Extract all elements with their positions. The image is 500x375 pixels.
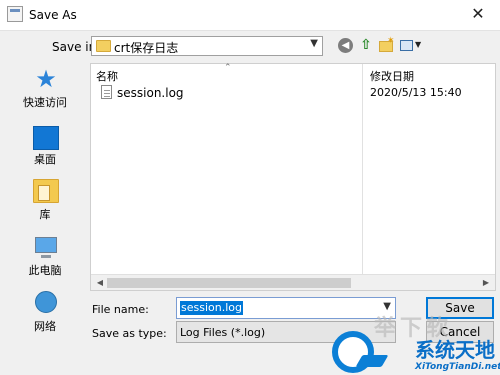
column-header-name[interactable]: 名称 — [96, 68, 118, 84]
column-header-modified[interactable]: 修改日期 — [370, 68, 414, 84]
folder-icon — [96, 40, 111, 52]
sidebar-item-label: 桌面 — [34, 153, 56, 166]
text-file-icon — [101, 85, 112, 99]
dialog-app-icon — [7, 6, 23, 22]
watermark-logo-icon — [326, 331, 414, 375]
save-in-value: crt保存日志 — [114, 41, 179, 55]
file-modified-date: 2020/5/13 15:40 — [370, 86, 462, 99]
list-item[interactable]: session.log 2020/5/13 15:40 — [96, 84, 490, 102]
star-icon: ★ — [35, 65, 57, 93]
view-menu-button[interactable]: ▼ — [399, 37, 423, 55]
library-icon — [33, 179, 59, 203]
file-name-label: File name: — [92, 303, 149, 316]
file-name: session.log — [117, 86, 184, 100]
close-icon[interactable]: ✕ — [456, 0, 500, 30]
sidebar-item-network[interactable]: 网络 — [5, 287, 85, 339]
places-sidebar: ★ 快速访问 桌面 库 此电脑 网络 — [5, 63, 85, 373]
up-folder-button[interactable]: ⇧ — [357, 37, 375, 55]
dialog-title: Save As — [29, 8, 77, 22]
file-name-field[interactable]: session.log ▼ — [176, 297, 396, 319]
sidebar-item-label: 网络 — [34, 320, 56, 333]
up-folder-icon: ⇧ — [360, 37, 372, 53]
save-in-combo[interactable]: crt保存日志 ▼ — [91, 36, 323, 56]
desktop-icon — [33, 126, 59, 150]
scroll-right-icon[interactable]: ▶ — [479, 277, 493, 289]
sort-ascending-icon: ⌃ — [224, 63, 232, 73]
file-name-value[interactable]: session.log — [180, 301, 243, 315]
view-menu-icon — [400, 40, 413, 51]
watermark-url: XiTongTianDi.net — [415, 362, 500, 372]
sidebar-item-this-pc[interactable]: 此电脑 — [5, 231, 85, 283]
back-button[interactable]: ◀ — [337, 37, 355, 55]
chevron-down-icon[interactable]: ▼ — [310, 38, 318, 49]
title-bar: Save As ✕ — [0, 0, 500, 30]
sidebar-item-desktop[interactable]: 桌面 — [5, 120, 85, 172]
save-as-type-value: Log Files (*.log) — [180, 326, 266, 339]
chevron-down-icon: ▼ — [415, 40, 422, 49]
back-arrow-icon: ◀ — [338, 38, 353, 53]
dialog-body: Save in: crt保存日志 ▼ ◀ ⇧ ✶ ▼ ★ 快速访问 桌面 库 此 — [0, 30, 500, 375]
new-folder-button[interactable]: ✶ — [377, 36, 395, 55]
sidebar-item-label: 此电脑 — [28, 264, 62, 277]
sidebar-item-label: 库 — [39, 208, 51, 221]
save-as-type-label: Save as type: — [92, 327, 167, 340]
scrollbar-thumb[interactable] — [107, 278, 351, 288]
watermark-brand: 系统天地 — [415, 338, 495, 362]
computer-icon — [35, 237, 57, 258]
scroll-left-icon[interactable]: ◀ — [93, 277, 107, 289]
sidebar-item-label: 快速访问 — [23, 96, 67, 109]
file-list[interactable]: 名称 ⌃ 修改日期 session.log 2020/5/13 15:40 ◀ … — [90, 63, 496, 291]
horizontal-scrollbar[interactable]: ◀ ▶ — [91, 274, 495, 290]
network-icon — [35, 291, 57, 313]
sidebar-item-quick-access[interactable]: ★ 快速访问 — [5, 63, 85, 115]
sidebar-item-library[interactable]: 库 — [5, 175, 85, 227]
sparkle-icon: ✶ — [387, 36, 395, 46]
